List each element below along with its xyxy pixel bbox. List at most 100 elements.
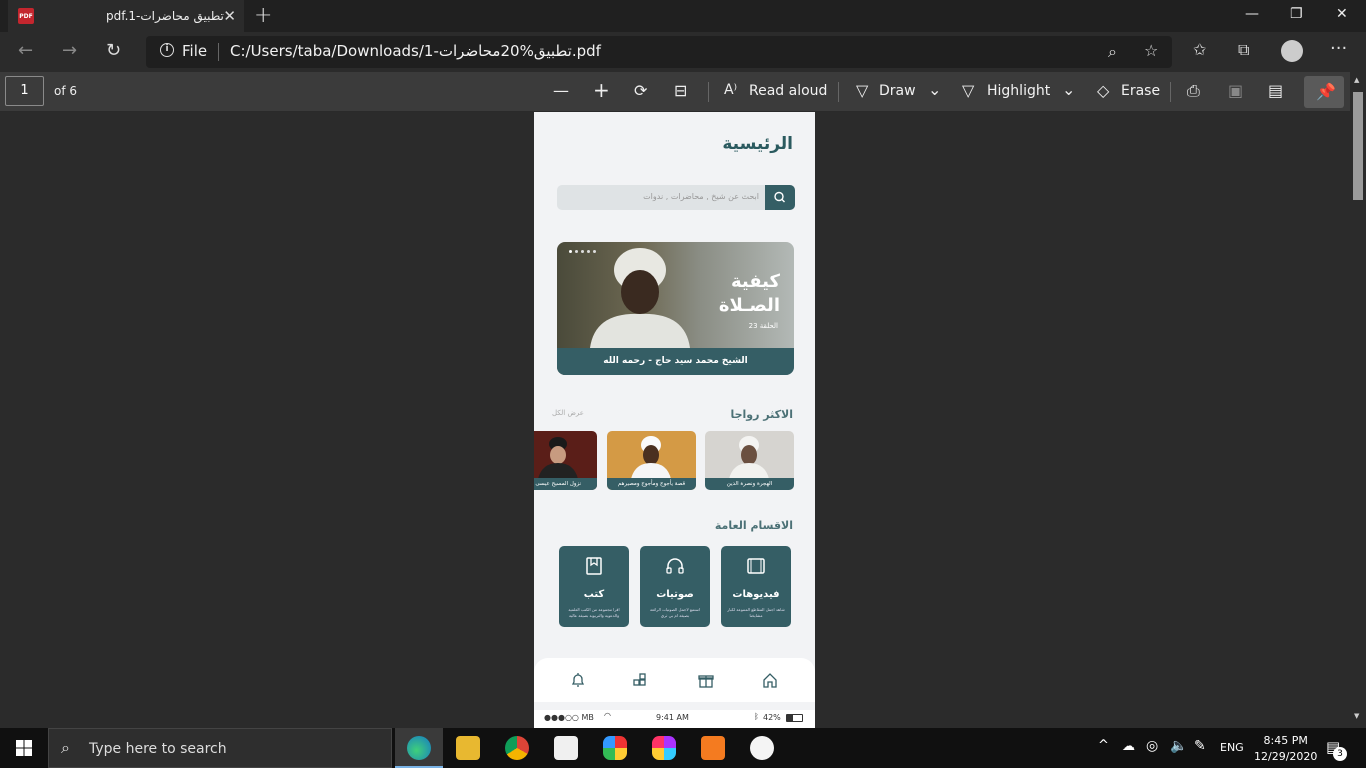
scroll-up-icon[interactable]: ▲	[1354, 76, 1359, 84]
taskbar-search-input[interactable]: ⌕ Type here to search	[48, 728, 392, 768]
card-caption: قصة يأجوج ومأجوج ومصيرهم	[607, 478, 696, 490]
bell-icon[interactable]	[570, 672, 586, 688]
gift-icon[interactable]	[698, 672, 714, 688]
volume-icon[interactable]: 🔈	[1170, 738, 1187, 754]
categories-icon[interactable]	[632, 672, 648, 688]
see-all-link[interactable]: عرض الكل	[552, 409, 584, 417]
category-description: شاهد اجمل المقاطع المتنوعة لكبار مشايخنا	[727, 607, 785, 618]
word-icon[interactable]	[554, 736, 578, 760]
forward-icon[interactable]: →	[62, 40, 77, 61]
pdf-file-icon: PDF	[18, 8, 34, 24]
page-number-input[interactable]: 1	[5, 76, 44, 106]
draw-icon[interactable]: ▽	[856, 81, 868, 100]
zoom-in-icon[interactable]: +	[593, 78, 610, 102]
close-window-button[interactable]: ✕	[1336, 6, 1348, 22]
film-icon	[747, 558, 765, 574]
profile-avatar[interactable]	[1281, 40, 1303, 62]
url-text[interactable]: C:/Users/taba/Downloads/1-تطبيق%20محاضرا…	[230, 42, 601, 60]
pdf-page: الرئيسية ابحث عن شيخ , محاضرات , ندوات ك…	[534, 112, 815, 728]
highlight-icon[interactable]: ▽	[962, 81, 974, 100]
chrome-icon[interactable]	[505, 736, 529, 760]
category-books[interactable]: كتب اقرا مجموعة من الكتب العلمية والدعوي…	[559, 546, 629, 627]
sections-title: الاقسام العامة	[714, 519, 793, 532]
eraser-icon[interactable]: ◇	[1097, 81, 1109, 100]
featured-banner[interactable]: كيفية الصـلاة الحلقة 23 الشيخ محمد سيد ح…	[557, 242, 794, 375]
headphones-icon	[666, 558, 684, 574]
trending-card[interactable]: الهجرة ونصرة الدين	[705, 431, 794, 490]
app-tab-bar	[534, 658, 815, 702]
trending-card[interactable]: قصة يأجوج ومأجوج ومصيرهم	[607, 431, 696, 490]
search-button[interactable]	[765, 185, 795, 210]
category-description: استمع لاجمل الصوتيات الرائعة بصيغة ام بي…	[649, 607, 701, 618]
read-aloud-button[interactable]: Read aloud	[749, 83, 827, 99]
xampp-icon[interactable]	[701, 736, 725, 760]
clock-time: 8:45 PM	[1263, 734, 1308, 747]
home-icon[interactable]	[762, 672, 778, 688]
app-icon[interactable]	[750, 736, 774, 760]
zoom-out-icon[interactable]: —	[553, 81, 569, 100]
print-icon[interactable]: ⎙	[1187, 81, 1200, 101]
language-indicator[interactable]: ENG	[1220, 741, 1244, 754]
pin-icon: 📌	[1316, 82, 1336, 101]
browser-tab[interactable]: PDF pdf.1-تطبيق محاضرات ✕	[8, 0, 244, 32]
scroll-down-icon[interactable]: ▼	[1354, 712, 1359, 720]
close-tab-icon[interactable]: ✕	[223, 7, 236, 25]
category-title: صوتيات	[656, 589, 694, 600]
address-bar[interactable]: i File C:/Users/taba/Downloads/1-تطبيق%2…	[146, 36, 1172, 68]
favorite-star-icon[interactable]: ☆	[1144, 41, 1158, 60]
tray-overflow-icon[interactable]: ^	[1098, 738, 1109, 753]
onedrive-icon[interactable]: ☁	[1122, 739, 1135, 754]
notification-count-badge: 3	[1333, 747, 1347, 761]
windows-start-icon[interactable]	[16, 740, 32, 756]
draw-button[interactable]: Draw	[879, 83, 916, 99]
carrier-signal: ●●●○○ MB	[544, 713, 594, 722]
battery-percent: 42%	[763, 713, 781, 722]
fit-page-icon[interactable]: ⊟	[674, 81, 687, 100]
new-tab-button[interactable]: +	[254, 3, 272, 28]
save-as-icon[interactable]: ▤	[1268, 81, 1283, 100]
bluetooth-icon: ᛒ	[754, 712, 759, 721]
trending-title: الاكثر رواجا	[730, 408, 793, 421]
edge-icon	[407, 736, 431, 760]
file-label: File	[182, 42, 208, 60]
favorites-icon[interactable]: ✩	[1193, 40, 1206, 59]
highlight-options-chevron-icon[interactable]: ⌄	[1062, 80, 1075, 99]
navigation-bar: ← → ↻ i File C:/Users/taba/Downloads/1-ت…	[0, 32, 1366, 72]
category-title: كتب	[583, 589, 605, 600]
zoom-icon[interactable]: ⌕	[1108, 42, 1117, 62]
scroll-thumb[interactable]	[1353, 92, 1363, 200]
vertical-scrollbar[interactable]: ▲ ▼	[1350, 72, 1366, 728]
highlight-button[interactable]: Highlight	[987, 83, 1050, 99]
category-audio[interactable]: صوتيات استمع لاجمل الصوتيات الرائعة بصيغ…	[640, 546, 710, 627]
search-input[interactable]: ابحث عن شيخ , محاضرات , ندوات	[557, 185, 795, 210]
draw-options-chevron-icon[interactable]: ⌄	[928, 80, 941, 99]
battery-icon	[786, 714, 803, 722]
category-videos[interactable]: فيديوهات شاهد اجمل المقاطع المتنوعة لكبا…	[721, 546, 791, 627]
more-menu-icon[interactable]: ···	[1330, 38, 1347, 59]
pin-toolbar-button[interactable]: 📌	[1304, 76, 1344, 108]
sheikh-photo	[590, 248, 690, 348]
banner-heading-line2: الصـلاة	[718, 295, 780, 316]
pen-workspace-icon[interactable]: ✎	[1194, 738, 1206, 754]
app-icon[interactable]	[652, 736, 676, 760]
back-icon[interactable]: ←	[18, 40, 33, 61]
taskbar-edge-active[interactable]	[395, 728, 443, 768]
refresh-icon[interactable]: ↻	[106, 40, 121, 61]
network-icon[interactable]: ◎	[1146, 738, 1158, 754]
erase-button[interactable]: Erase	[1121, 83, 1160, 99]
toolbar-divider	[838, 82, 839, 102]
app-icon[interactable]	[603, 736, 627, 760]
info-icon[interactable]: i	[160, 43, 174, 57]
search-icon: ⌕	[61, 738, 70, 757]
file-explorer-icon[interactable]	[456, 736, 480, 760]
save-icon[interactable]: ▣	[1228, 81, 1243, 100]
rotate-icon[interactable]: ⟳	[634, 81, 647, 100]
collections-icon[interactable]: ⧉	[1238, 40, 1249, 60]
minimize-button[interactable]: —	[1245, 6, 1259, 22]
read-aloud-icon[interactable]: A⁾	[724, 82, 737, 98]
toolbar-divider	[1170, 82, 1171, 102]
windows-taskbar: ⌕ Type here to search ^ ☁ ◎ 🔈 ✎ ENG 8:45…	[0, 728, 1366, 768]
clock[interactable]: 8:45 PM 12/29/2020	[1254, 733, 1317, 765]
restore-button[interactable]: ❐	[1290, 6, 1303, 22]
trending-card[interactable]: نزول المسيح عيسى عليه	[534, 431, 597, 490]
